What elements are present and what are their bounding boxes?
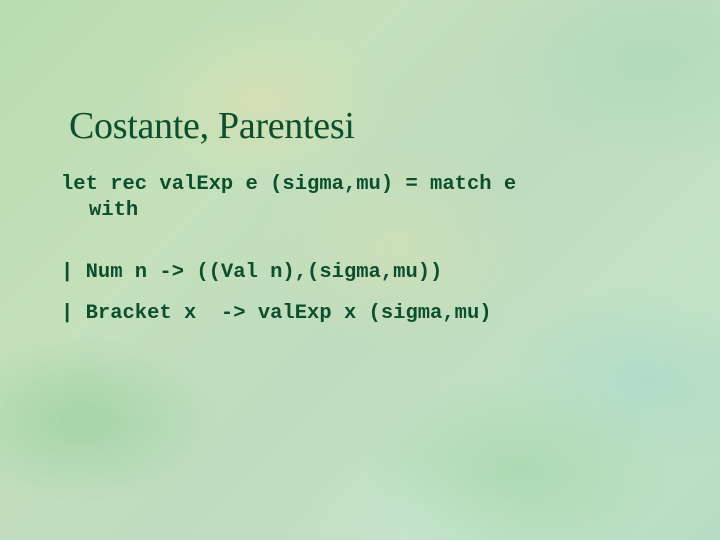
code-line-1: let rec valExp e (sigma,mu) = match e bbox=[61, 173, 517, 196]
code-line-4: | Bracket x -> valExp x (sigma,mu) bbox=[61, 302, 492, 325]
code-line-2: with bbox=[89, 199, 139, 222]
slide-title: Costante, Parentesi bbox=[69, 105, 355, 147]
code-line-3: | Num n -> ((Val n),(sigma,mu)) bbox=[61, 261, 443, 284]
